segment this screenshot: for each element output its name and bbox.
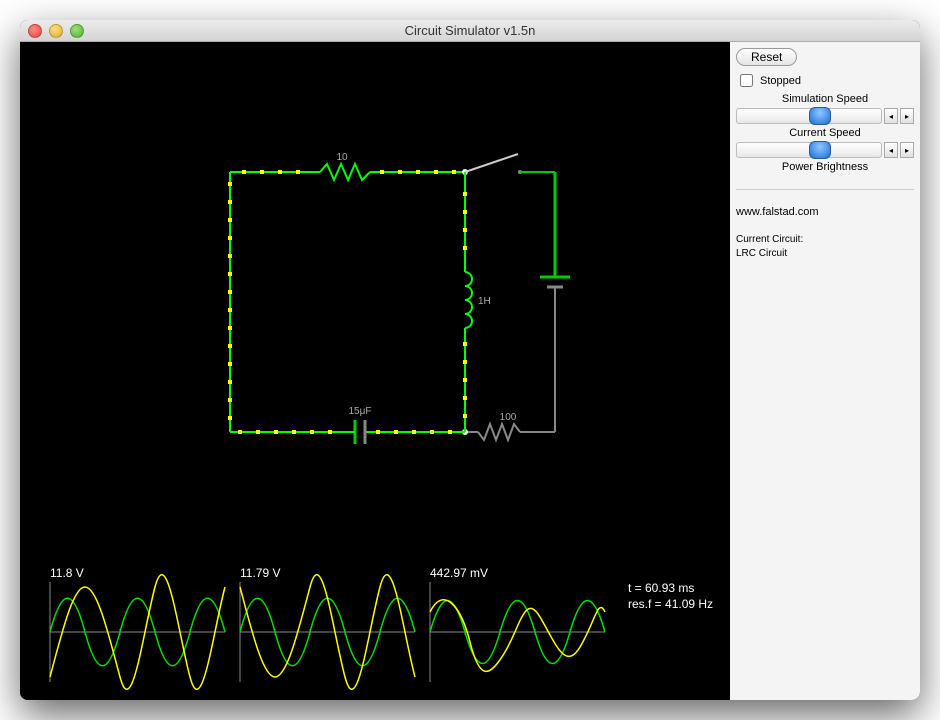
current-speed-label: Current Speed (736, 127, 914, 139)
stopped-label: Stopped (760, 75, 801, 87)
scope-3[interactable]: 442.97 mV (430, 566, 605, 682)
site-link[interactable]: www.falstad.com (736, 206, 914, 218)
reset-button[interactable]: Reset (736, 48, 797, 66)
current-circuit-label: Current Circuit: (736, 234, 914, 245)
resistor-r2-label: 100 (500, 412, 517, 423)
capacitor-label: 15μF (349, 406, 372, 417)
stopped-checkbox[interactable] (740, 74, 753, 87)
inductor[interactable]: 1H (465, 272, 491, 328)
scope-3-label: 442.97 mV (430, 566, 488, 580)
window-title: Circuit Simulator v1.5n (20, 23, 920, 38)
sidebar: Reset Stopped Simulation Speed ◂ ▸ Curre… (730, 42, 920, 700)
canvas-area[interactable]: 10 (20, 42, 730, 700)
arrow-left-icon[interactable]: ◂ (884, 142, 898, 158)
resistor-r1[interactable]: 10 (320, 152, 370, 180)
battery[interactable] (540, 277, 570, 287)
app-window: Circuit Simulator v1.5n 10 (20, 20, 920, 700)
circuit-name: LRC Circuit (736, 248, 914, 259)
power-brightness-label: Power Brightness (736, 161, 914, 173)
scope-1-label: 11.8 V (50, 566, 84, 580)
scope-2-label: 11.79 V (240, 566, 280, 580)
current-dots (228, 170, 467, 434)
time-readout: t = 60.93 ms (628, 581, 694, 595)
sim-speed-label: Simulation Speed (736, 93, 914, 105)
inductor-label: 1H (478, 296, 491, 307)
scope-1[interactable]: 11.8 V (50, 566, 225, 689)
resistor-r1-label: 10 (336, 152, 348, 163)
arrow-left-icon[interactable]: ◂ (884, 108, 898, 124)
arrow-right-icon[interactable]: ▸ (900, 142, 914, 158)
sim-speed-slider[interactable]: ◂ ▸ (736, 108, 914, 124)
current-speed-slider[interactable]: ◂ ▸ (736, 142, 914, 158)
resf-readout: res.f = 41.09 Hz (628, 597, 713, 611)
titlebar: Circuit Simulator v1.5n (20, 20, 920, 42)
arrow-right-icon[interactable]: ▸ (900, 108, 914, 124)
circuit-canvas[interactable]: 10 (20, 42, 730, 700)
scope-2[interactable]: 11.79 V (240, 566, 415, 689)
stopped-checkbox-row[interactable]: Stopped (736, 71, 914, 90)
resistor-r2[interactable]: 100 (478, 412, 555, 440)
capacitor[interactable]: 15μF (349, 406, 372, 444)
switch[interactable] (465, 154, 522, 174)
